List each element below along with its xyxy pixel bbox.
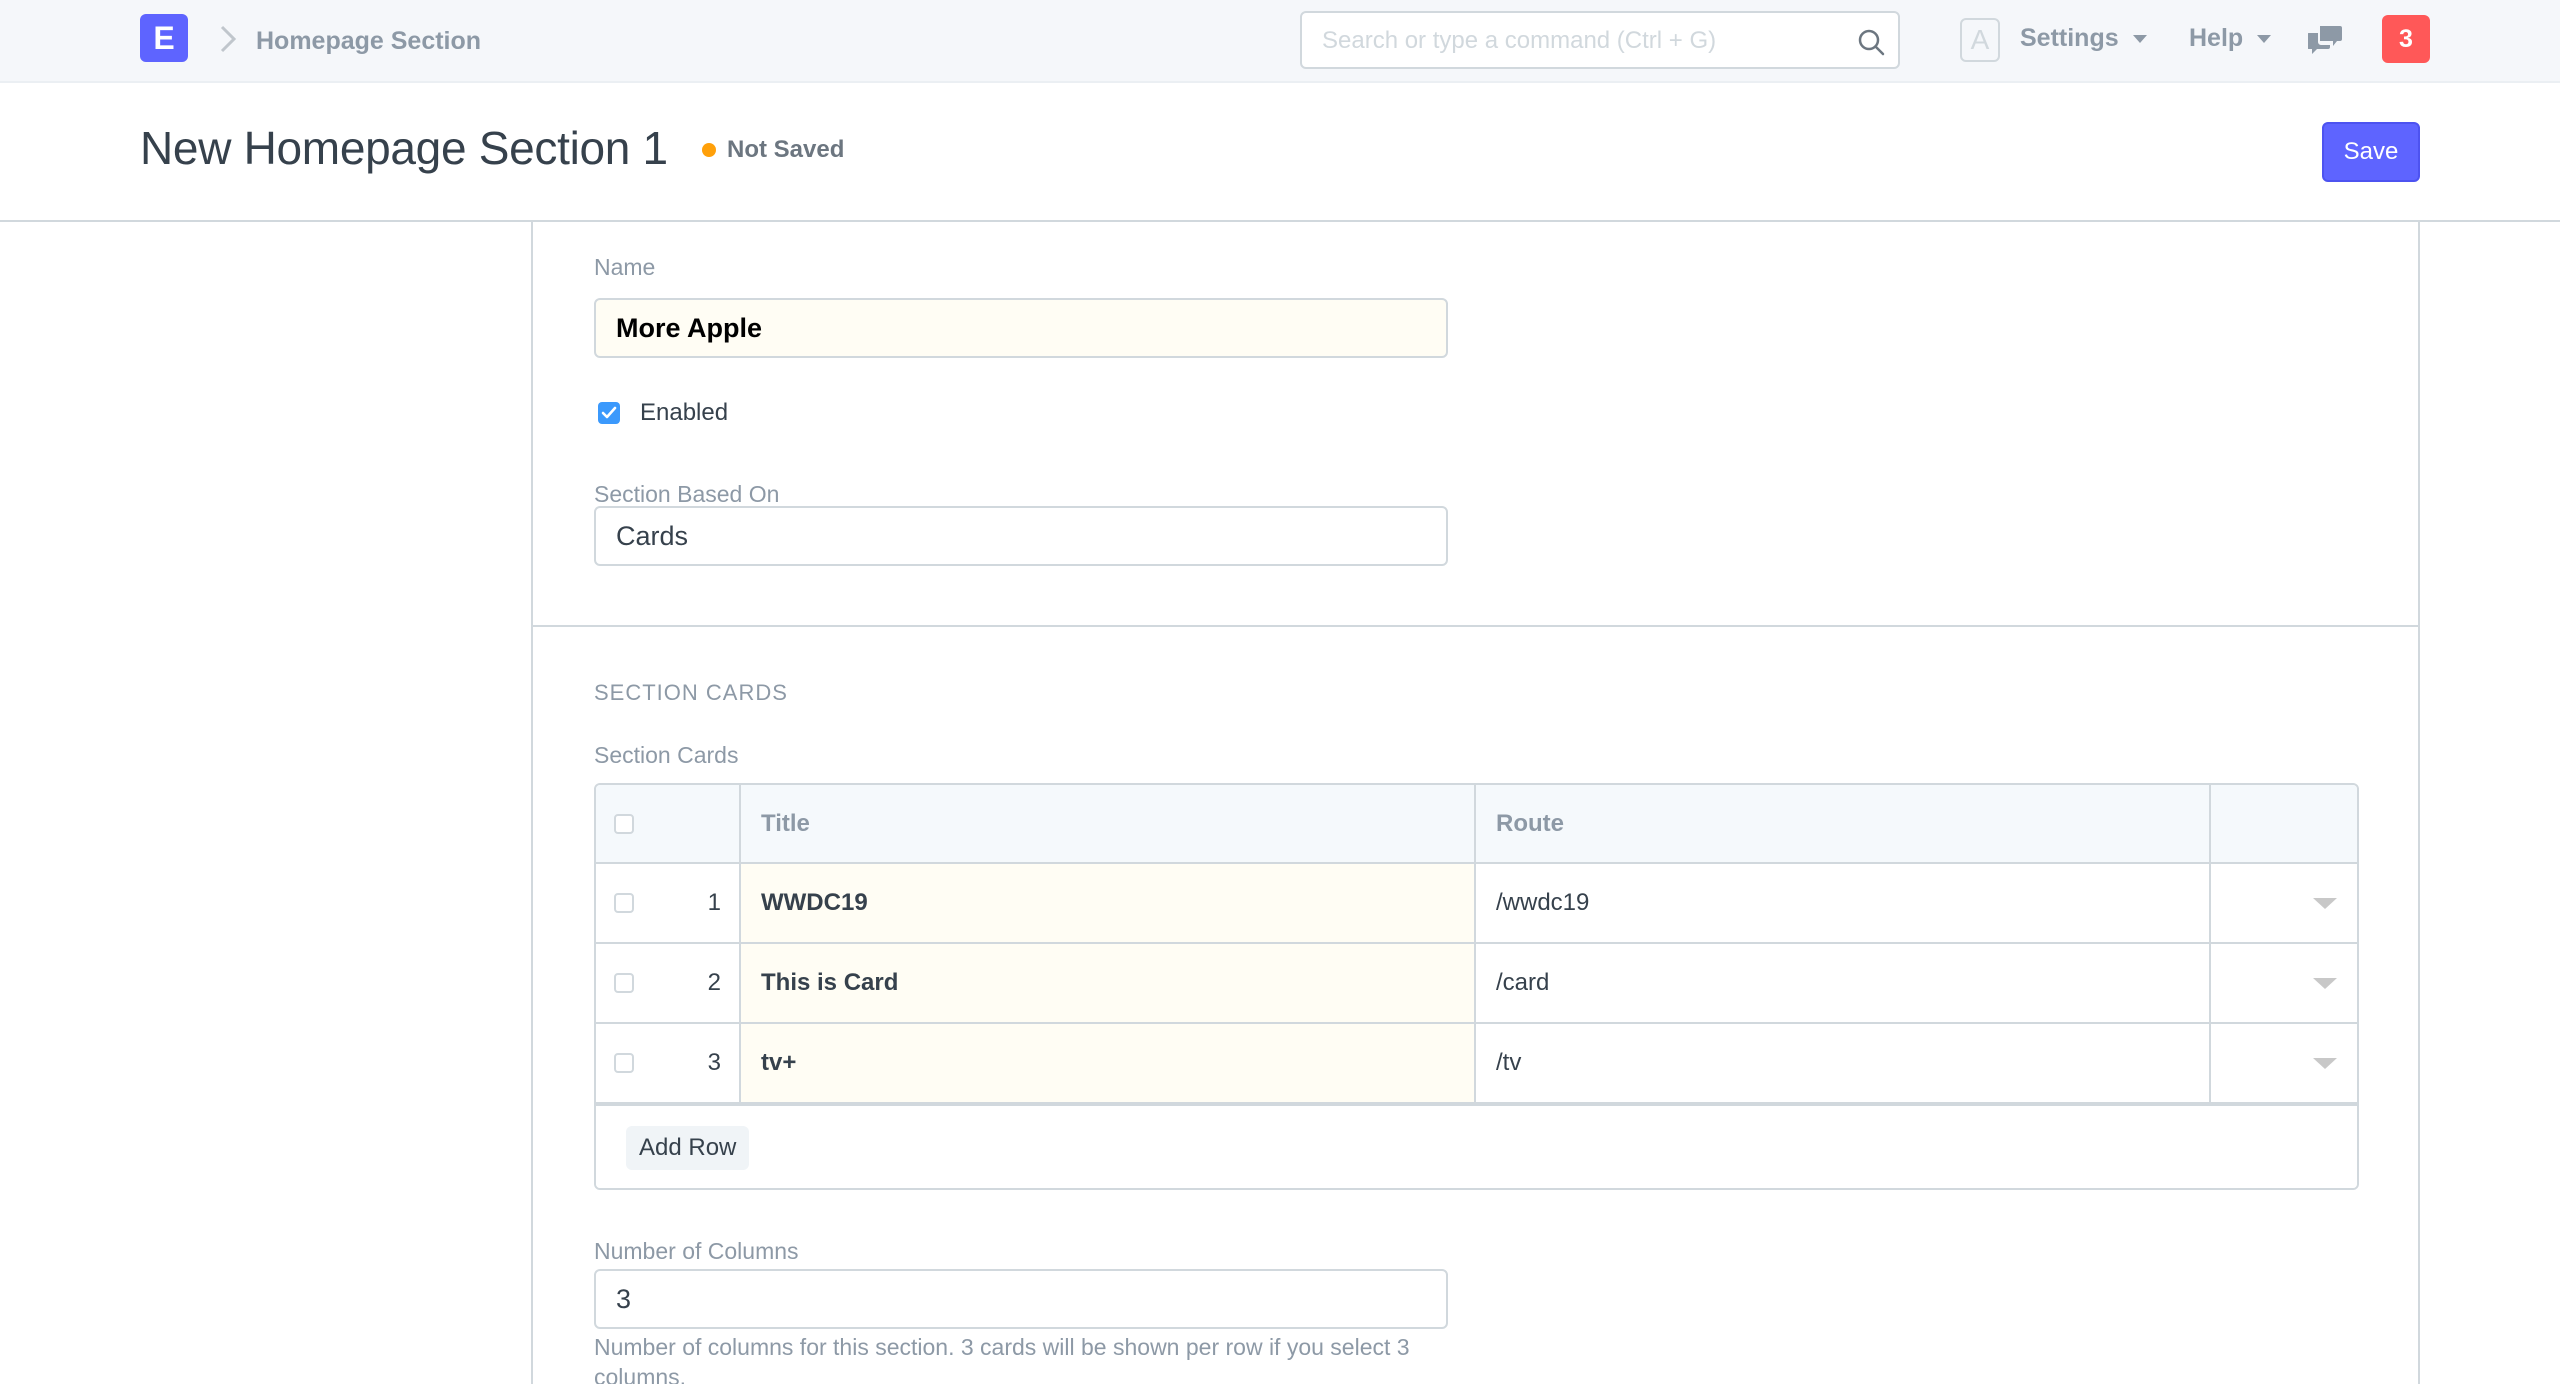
help-label: Help (2189, 24, 2244, 52)
caret-down-icon (2132, 35, 2147, 43)
row-title-cell[interactable]: This is Card (741, 944, 1476, 1022)
section-based-on-select[interactable] (594, 506, 1448, 566)
navbar: E Homepage Section A Settings Help 3 (0, 0, 2560, 83)
settings-dropdown[interactable]: Settings (2020, 20, 2147, 56)
section-cards-table: Title Route 1 WWDC19 /wwdc19 2 This is C… (594, 783, 2359, 1190)
row-edit-caret-icon[interactable] (2313, 1057, 2337, 1069)
table-row[interactable]: 1 WWDC19 /wwdc19 (596, 864, 2357, 944)
app-logo[interactable]: E (140, 14, 188, 62)
row-title-cell[interactable]: WWDC19 (741, 864, 1476, 942)
status-dot-icon (702, 143, 716, 157)
section-based-on-label: Section Based On (594, 481, 780, 507)
user-avatar[interactable]: A (1960, 18, 2000, 62)
row-checkbox[interactable] (614, 893, 634, 913)
number-of-columns-label: Number of Columns (594, 1238, 799, 1264)
save-button[interactable]: Save (2322, 122, 2420, 182)
row-route-cell[interactable]: /card (1476, 944, 2211, 1022)
number-of-columns-input[interactable] (594, 1269, 1448, 1329)
row-checkbox[interactable] (614, 1053, 634, 1073)
row-title-cell[interactable]: tv+ (741, 1024, 1476, 1102)
select-all-checkbox[interactable] (614, 813, 634, 834)
chat-icon[interactable] (2308, 24, 2342, 54)
settings-label: Settings (2020, 24, 2119, 52)
section-cards-heading: SECTION CARDS (594, 680, 788, 705)
enabled-label: Enabled (640, 399, 729, 426)
enabled-checkbox[interactable] (598, 402, 620, 424)
help-dropdown[interactable]: Help (2189, 20, 2272, 56)
chevron-right-icon (220, 25, 237, 53)
row-index: 1 (707, 889, 721, 916)
notification-badge[interactable]: 3 (2382, 15, 2430, 63)
search-input[interactable] (1322, 21, 1822, 61)
row-index: 2 (707, 969, 721, 996)
number-of-columns-description: Number of columns for this section. 3 ca… (594, 1334, 1410, 1384)
row-checkbox[interactable] (614, 973, 634, 993)
row-edit-caret-icon[interactable] (2313, 977, 2337, 989)
row-route-cell[interactable]: /tv (1476, 1024, 2211, 1102)
table-footer: Add Row (596, 1104, 2357, 1188)
name-label: Name (594, 254, 656, 280)
breadcrumb-homepage-section[interactable]: Homepage Section (256, 24, 481, 58)
table-header: Title Route (596, 785, 2357, 864)
add-row-button[interactable]: Add Row (626, 1126, 750, 1170)
column-header-title: Title (741, 785, 1476, 862)
row-route-cell[interactable]: /wwdc19 (1476, 864, 2211, 942)
caret-down-icon (2257, 35, 2272, 43)
status-text: Not Saved (727, 136, 845, 163)
search-icon[interactable] (1856, 27, 1886, 57)
section-cards-label: Section Cards (594, 742, 739, 768)
section-divider (533, 625, 2418, 627)
form-card: Name Enabled Section Based On SECTION CA… (531, 222, 2420, 1384)
column-header-route: Route (1476, 785, 2211, 862)
page-head: New Homepage Section 1 Not Saved Save (0, 83, 2560, 222)
status-indicator: Not Saved (702, 135, 844, 165)
name-input[interactable] (594, 298, 1448, 358)
row-edit-caret-icon[interactable] (2313, 897, 2337, 909)
table-row[interactable]: 3 tv+ /tv (596, 1024, 2357, 1104)
checkmark-icon (601, 406, 617, 419)
search-bar[interactable] (1300, 11, 1900, 69)
row-index: 3 (707, 1049, 721, 1076)
page-title: New Homepage Section 1 (140, 122, 668, 174)
enabled-field[interactable]: Enabled (598, 398, 728, 428)
table-row[interactable]: 2 This is Card /card (596, 944, 2357, 1024)
